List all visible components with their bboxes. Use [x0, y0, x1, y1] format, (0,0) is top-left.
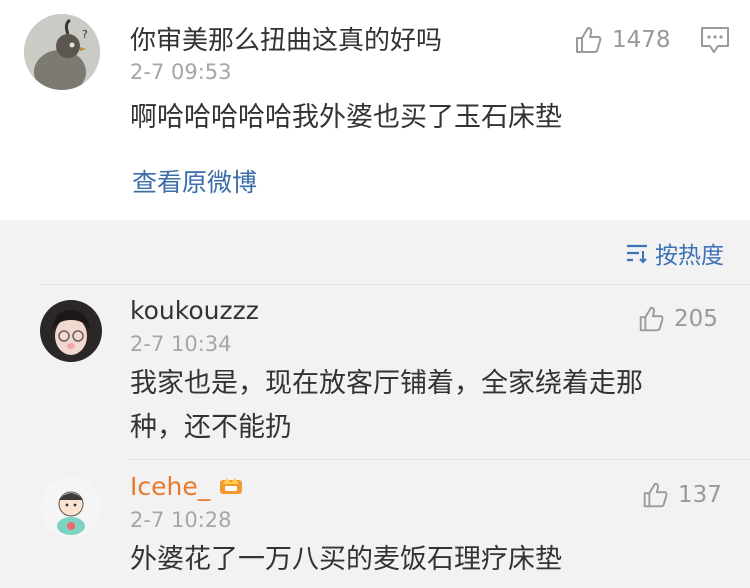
girl-avatar-icon — [40, 300, 102, 362]
comment-button[interactable] — [700, 26, 730, 58]
like-count: 137 — [678, 482, 722, 508]
like-button[interactable]: 137 — [640, 480, 722, 510]
vip-crown-icon — [220, 478, 242, 494]
sort-label: 按热度 — [655, 243, 724, 269]
reply-text-line-1: 外婆花了一万八买的麦饭石理疗床垫 — [130, 544, 562, 575]
like-button[interactable]: 1478 — [572, 24, 671, 56]
avatar[interactable]: ? — [24, 14, 100, 90]
avatar[interactable] — [40, 476, 102, 538]
reply-text-line-2: 种，还不能扔 — [130, 412, 292, 443]
reply-text-line-1: 我家也是，现在放客厅铺着，全家绕着走那 — [130, 368, 643, 399]
cartoon-avatar-icon — [40, 476, 102, 538]
comment-time: 2-7 10:28 — [130, 508, 232, 532]
vip-badge — [212, 472, 244, 497]
comment-icon — [701, 27, 729, 53]
sort-button[interactable]: 按热度 — [625, 236, 724, 270]
thumb-up-icon — [576, 27, 602, 53]
view-original-link[interactable]: 查看原微博 — [132, 163, 257, 199]
comment-time: 2-7 09:53 — [130, 60, 232, 84]
svg-text:?: ? — [82, 28, 88, 41]
like-count: 1478 — [612, 27, 671, 53]
bird-avatar-icon: ? — [24, 14, 100, 90]
thumb-up-icon — [639, 306, 664, 332]
username[interactable]: koukouzzz — [130, 296, 259, 325]
comment-text: 你审美那么扭曲这真的好吗 — [130, 26, 443, 56]
avatar[interactable] — [40, 300, 102, 362]
thumb-up-icon — [643, 482, 668, 508]
divider — [130, 459, 750, 460]
username[interactable]: Icehe_ — [130, 472, 210, 501]
like-button[interactable]: 205 — [636, 304, 718, 334]
reply-text: 啊哈哈哈哈哈我外婆也买了玉石床垫 — [130, 102, 562, 133]
comment-time: 2-7 10:34 — [130, 332, 232, 356]
divider — [40, 284, 750, 285]
sort-icon — [627, 244, 647, 264]
like-count: 205 — [674, 306, 718, 332]
main-comment-card: ? 你审美那么扭曲这真的好吗 2-7 09:53 1478 啊哈哈哈哈哈我外婆也… — [0, 0, 750, 220]
